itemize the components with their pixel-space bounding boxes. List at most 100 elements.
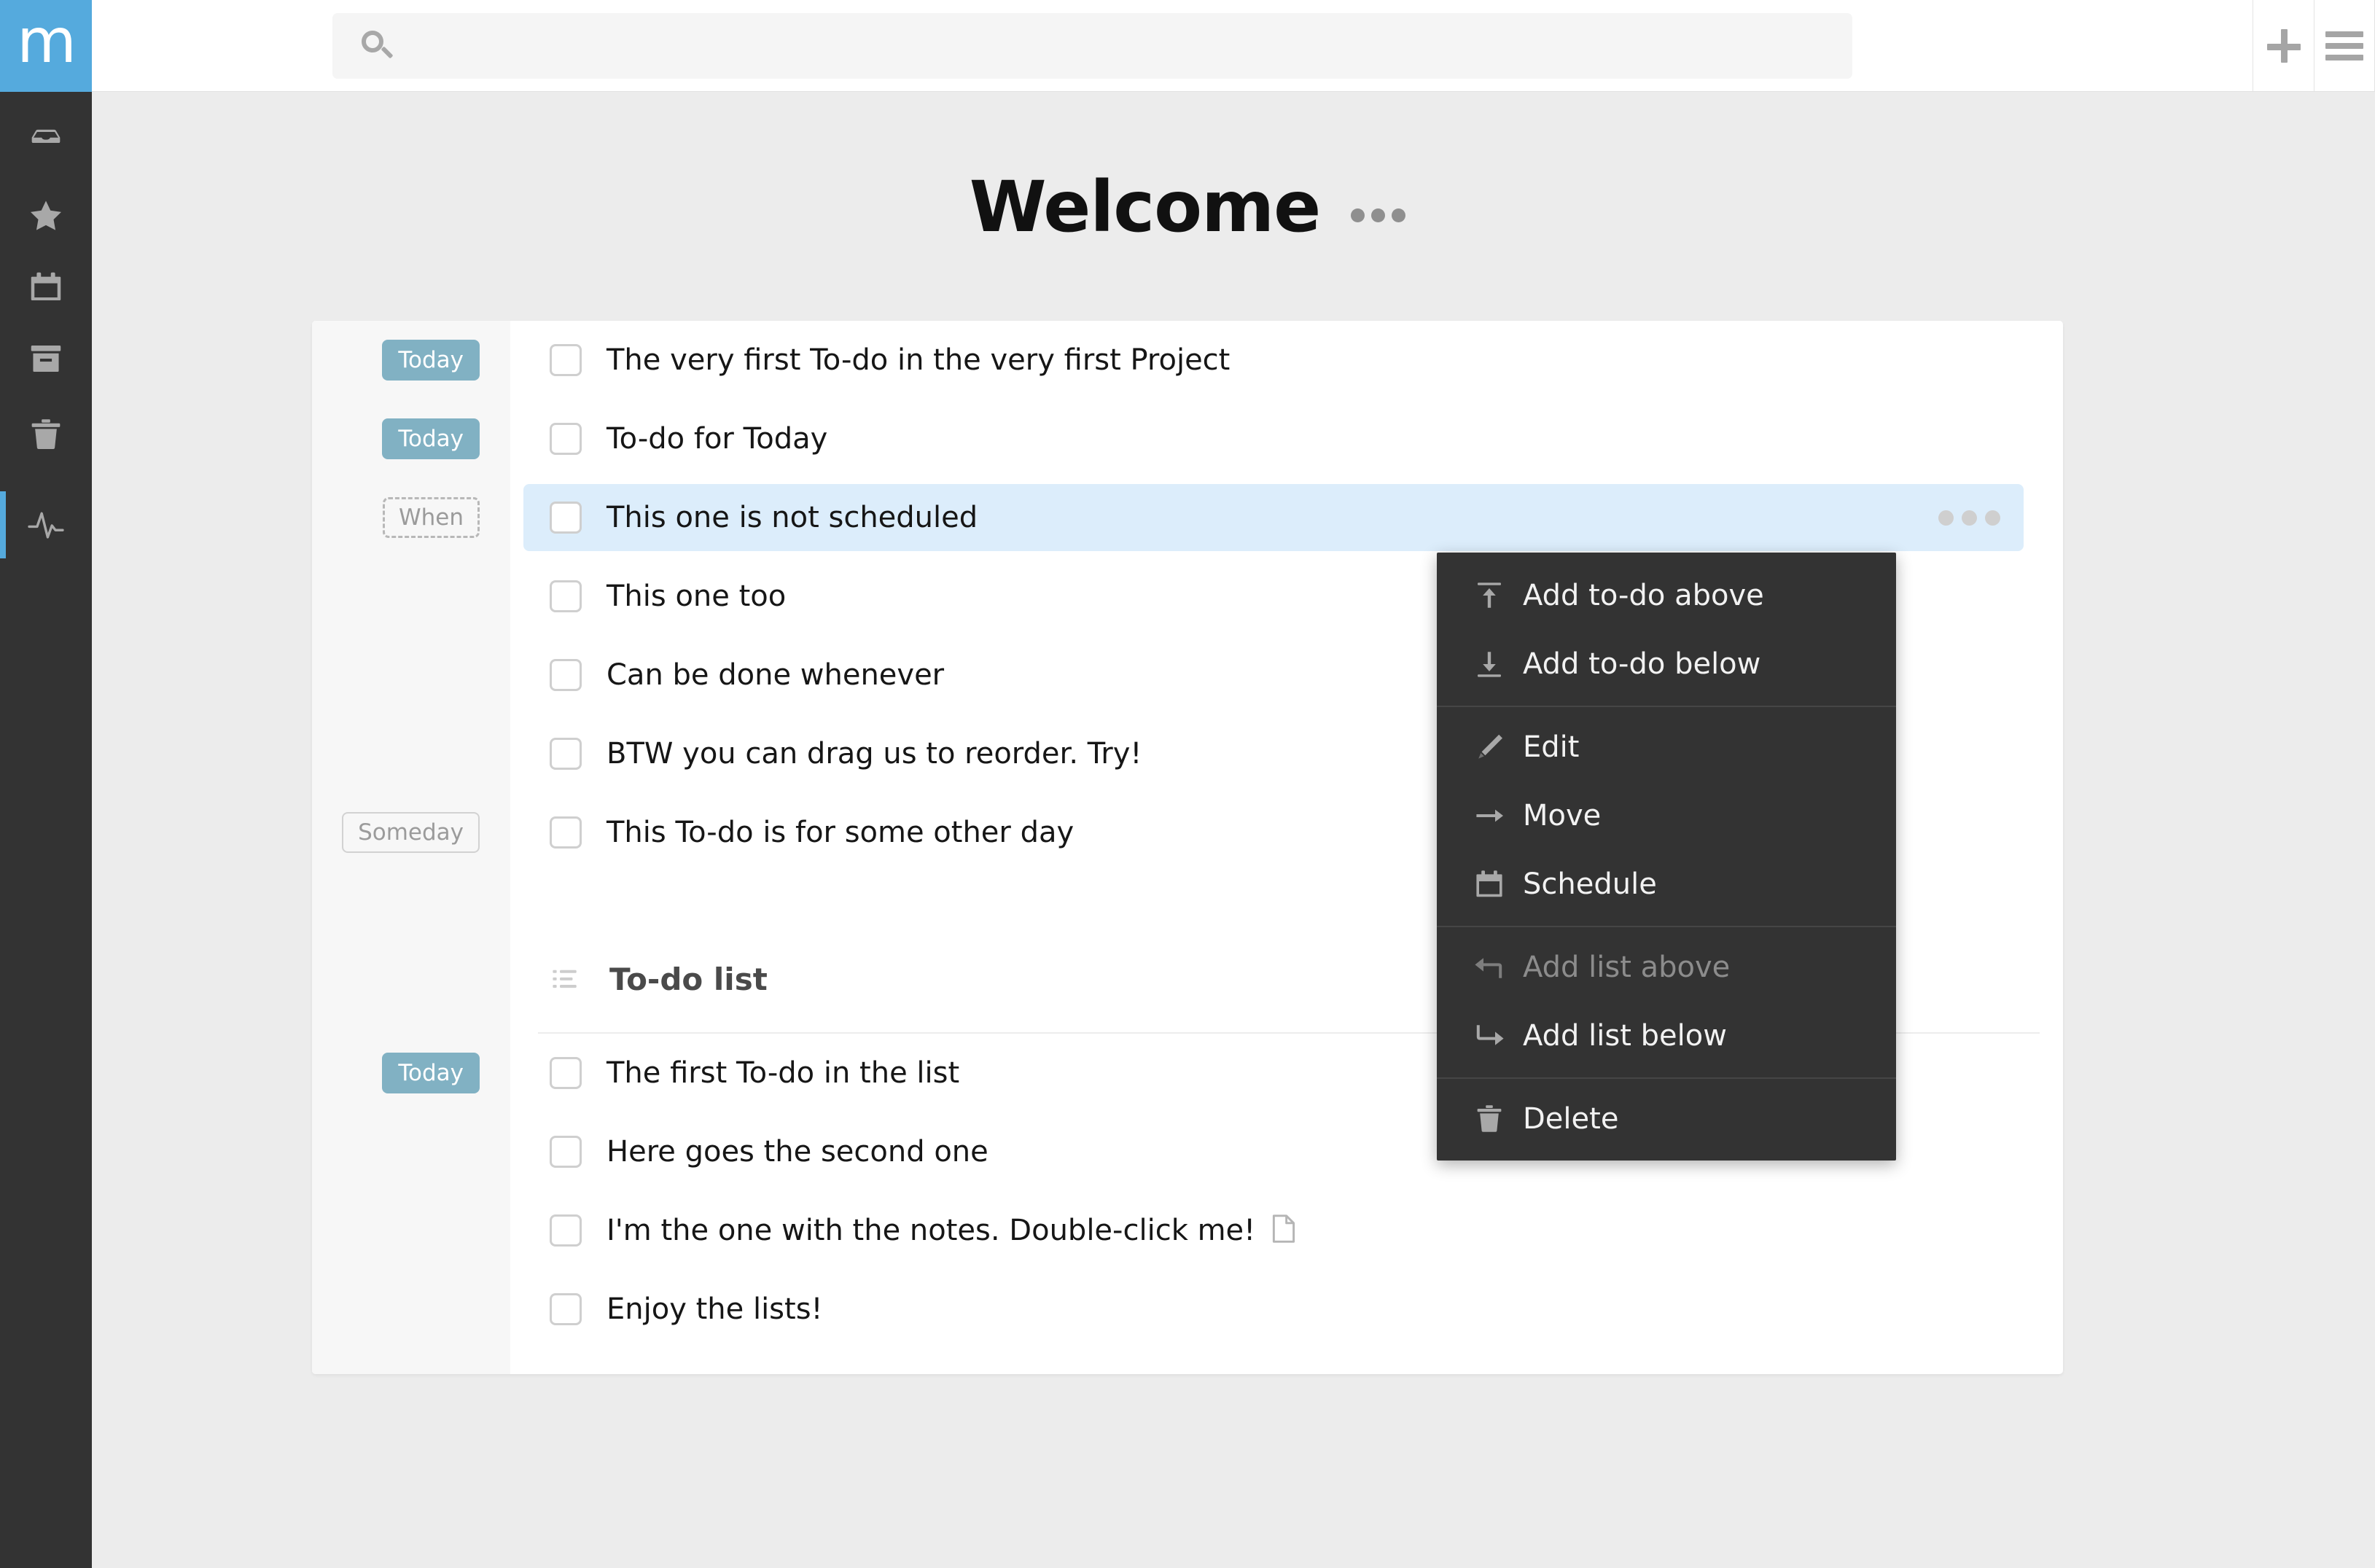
context-menu-separator	[1437, 926, 1896, 927]
sidebar-item-anytime[interactable]	[0, 325, 92, 392]
task-label: Enjoy the lists!	[607, 1292, 823, 1326]
context-menu-item[interactable]: Move	[1437, 781, 1896, 850]
task-row[interactable]: Today The very first To-do in the very f…	[312, 321, 2063, 399]
corner-up-left-icon	[1472, 950, 1507, 985]
context-menu-item[interactable]: Add to-do above	[1437, 561, 1896, 630]
task-label: I'm the one with the notes. Double-click…	[607, 1214, 1255, 1247]
context-menu: Add to-do above Add to-do below Edit Mov…	[1437, 553, 1896, 1161]
context-menu-item[interactable]: Schedule	[1437, 850, 1896, 918]
task-cell: This one is not scheduled	[510, 478, 2063, 557]
schedule-badge-today[interactable]: Today	[382, 418, 480, 459]
task-checkbox[interactable]	[550, 738, 582, 770]
list-icon	[550, 964, 580, 994]
task-cell: To-do for Today	[510, 399, 2063, 478]
task-label: This one is not scheduled	[607, 501, 978, 534]
context-menu-item[interactable]: Delete	[1437, 1085, 1896, 1153]
context-menu-item: Add list above	[1437, 933, 1896, 1002]
app-logo[interactable]: m	[0, 0, 92, 92]
calendar-icon	[1472, 867, 1514, 902]
sidebar-item-upcoming[interactable]	[0, 254, 92, 321]
schedule-badge-today[interactable]: Today	[382, 340, 480, 381]
task-badge-cell: Today	[312, 321, 510, 399]
search-input[interactable]	[394, 31, 1852, 61]
task-options-button[interactable]	[1938, 510, 2000, 526]
list-section-title: To-do list	[609, 962, 768, 997]
schedule-badge-someday[interactable]: Someday	[342, 812, 480, 853]
task-label: Can be done whenever	[607, 658, 944, 692]
arrow-down-to-line-icon	[1472, 647, 1514, 682]
task-row[interactable]: When This one is not scheduled	[312, 478, 2063, 557]
task-badge-cell: Someday	[312, 793, 510, 872]
sidebar-item-trash[interactable]	[0, 401, 92, 468]
arrow-right-icon	[1472, 798, 1514, 833]
schedule-badge-when[interactable]: When	[383, 497, 480, 538]
task-checkbox[interactable]	[550, 580, 582, 612]
context-menu-separator	[1437, 1077, 1896, 1079]
task-checkbox[interactable]	[550, 344, 582, 376]
task-row[interactable]: I'm the one with the notes. Double-click…	[312, 1191, 2063, 1270]
context-menu-item[interactable]: Edit	[1437, 713, 1896, 781]
search-box[interactable]	[332, 13, 1852, 79]
context-menu-label: Add to-do below	[1523, 647, 1760, 681]
task-cell: The very first To-do in the very first P…	[510, 321, 2063, 399]
context-menu-label: Schedule	[1523, 867, 1657, 901]
context-menu-label: Add list above	[1523, 951, 1730, 984]
context-menu-label: Edit	[1523, 730, 1579, 764]
task-checkbox[interactable]	[550, 659, 582, 691]
trash-icon	[1472, 1101, 1514, 1136]
inbox-icon	[25, 122, 67, 164]
task-badge-cell	[312, 636, 510, 714]
task-badge-cell	[312, 714, 510, 793]
add-button[interactable]	[2253, 0, 2314, 91]
task-label: To-do for Today	[607, 422, 827, 456]
context-menu-label: Delete	[1523, 1102, 1618, 1136]
page-title: Welcome	[970, 166, 1320, 248]
task-checkbox[interactable]	[550, 1136, 582, 1168]
search-icon	[360, 29, 394, 63]
page-options-button[interactable]	[1351, 208, 1405, 222]
menu-button[interactable]	[2314, 0, 2375, 91]
task-badge-cell	[312, 1270, 510, 1349]
arrow-down-to-line-icon	[1472, 647, 1507, 682]
task-row[interactable]: Enjoy the lists!	[312, 1270, 2063, 1349]
task-label: This one too	[607, 580, 786, 613]
task-checkbox[interactable]	[550, 423, 582, 455]
plus-icon	[2267, 29, 2301, 63]
trash-icon	[1472, 1101, 1507, 1136]
top-bar: m	[0, 0, 2375, 92]
arrow-right-icon	[1472, 798, 1507, 833]
task-checkbox[interactable]	[550, 1293, 582, 1325]
task-badge-cell: Today	[312, 1034, 510, 1112]
archive-icon	[26, 339, 66, 378]
task-checkbox[interactable]	[550, 1057, 582, 1089]
task-label: This To-do is for some other day	[607, 816, 1074, 849]
calendar-icon	[1472, 867, 1507, 902]
schedule-badge-today[interactable]: Today	[382, 1053, 480, 1093]
task-row[interactable]: Today To-do for Today	[312, 399, 2063, 478]
context-menu-item[interactable]: Add list below	[1437, 1002, 1896, 1070]
context-menu-label: Move	[1523, 799, 1601, 832]
arrow-up-to-line-icon	[1472, 578, 1507, 613]
task-badge-cell: When	[312, 478, 510, 557]
task-label: Here goes the second one	[607, 1135, 988, 1169]
arrow-up-to-line-icon	[1472, 578, 1514, 613]
task-badge-cell	[312, 557, 510, 636]
task-cell: I'm the one with the notes. Double-click…	[510, 1191, 2063, 1270]
task-badge-cell	[312, 1112, 510, 1191]
note-indicator[interactable]	[1271, 1214, 1296, 1247]
task-label: The first To-do in the list	[607, 1056, 959, 1090]
corner-down-right-icon	[1472, 1018, 1507, 1053]
corner-down-right-icon	[1472, 1018, 1514, 1053]
pencil-icon	[1472, 730, 1507, 765]
corner-up-left-icon	[1472, 950, 1514, 985]
task-checkbox[interactable]	[550, 1214, 582, 1247]
context-menu-separator	[1437, 706, 1896, 707]
task-checkbox[interactable]	[550, 502, 582, 534]
task-badge-cell	[312, 1191, 510, 1270]
sidebar-item-activity[interactable]	[0, 491, 92, 558]
task-checkbox[interactable]	[550, 816, 582, 849]
task-label: The very first To-do in the very first P…	[607, 343, 1230, 377]
activity-icon	[25, 504, 67, 546]
context-menu-item[interactable]: Add to-do below	[1437, 630, 1896, 698]
note-icon	[1271, 1214, 1296, 1244]
